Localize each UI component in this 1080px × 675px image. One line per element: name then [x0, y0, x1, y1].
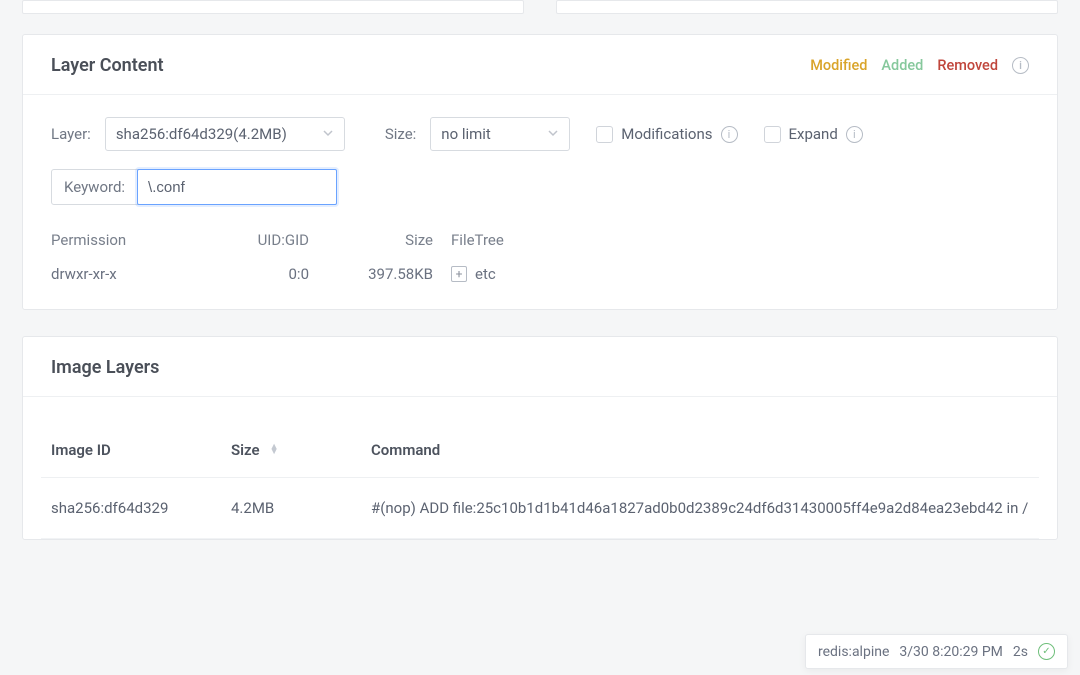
layer-select[interactable]: sha256:df64d329(4.2MB) — [105, 117, 345, 151]
layers-table-row[interactable]: sha256:df64d329 4.2MB #(nop) ADD file:25… — [41, 478, 1039, 539]
layer-content-header: Layer Content Modified Added Removed i — [23, 35, 1057, 95]
legend-modified: Modified — [810, 57, 867, 74]
col-size-header[interactable]: Size ▲▼ — [231, 441, 371, 459]
image-layers-card: Image Layers Image ID Size ▲▼ Command sh… — [22, 336, 1058, 540]
image-layers-header: Image Layers — [23, 337, 1057, 397]
keyword-label: Keyword: — [52, 170, 137, 204]
expand-checkbox[interactable] — [764, 126, 781, 143]
summary-card-left — [22, 0, 524, 14]
cell-uidgid: 0:0 — [211, 265, 331, 283]
check-circle-icon: ✓ — [1038, 643, 1055, 660]
cell-size: 397.58KB — [331, 265, 451, 283]
modifications-checkbox[interactable] — [596, 126, 613, 143]
modifications-info-icon[interactable]: i — [721, 126, 738, 143]
toast-duration: 2s — [1013, 644, 1028, 660]
filetree-row[interactable]: drwxr-xr-x 0:0 397.58KB + etc — [51, 257, 1029, 291]
filter-row-2: Keyword: — [51, 169, 1029, 205]
modifications-label: Modifications — [621, 125, 712, 143]
layer-content-title: Layer Content — [51, 55, 164, 76]
size-select-label: Size: — [385, 125, 416, 143]
filter-row-1: Layer: sha256:df64d329(4.2MB) Size: no l… — [51, 117, 1029, 151]
size-select[interactable]: no limit — [430, 117, 570, 151]
keyword-group: Keyword: — [51, 169, 337, 205]
legend: Modified Added Removed i — [810, 57, 1029, 74]
legend-removed: Removed — [937, 57, 998, 74]
status-toast[interactable]: redis:alpine 3/30 8:20:29 PM 2s ✓ — [805, 634, 1068, 669]
expand-checkbox-wrap[interactable]: Expand i — [764, 125, 863, 143]
col-filetree: FileTree — [451, 231, 1029, 249]
image-layers-title: Image Layers — [51, 357, 159, 378]
layer-select-label: Layer: — [51, 125, 91, 143]
col-uidgid: UID:GID — [211, 231, 331, 249]
col-permission: Permission — [51, 231, 211, 249]
cell-command: #(nop) ADD file:25c10b1d1b41d46a1827ad0b… — [371, 496, 1029, 520]
toast-name: redis:alpine — [818, 644, 889, 660]
size-select-value: no limit — [441, 125, 491, 143]
chevron-down-icon — [322, 125, 334, 143]
layers-table-header: Image ID Size ▲▼ Command — [41, 423, 1039, 478]
expand-info-icon[interactable]: i — [846, 126, 863, 143]
top-summary-row — [0, 0, 1080, 34]
summary-card-right — [556, 0, 1058, 14]
layer-content-card: Layer Content Modified Added Removed i L… — [22, 34, 1058, 310]
cell-permission: drwxr-xr-x — [51, 265, 211, 283]
keyword-input[interactable] — [137, 169, 337, 205]
cell-layer-size: 4.2MB — [231, 499, 371, 517]
filetree-name: etc — [475, 265, 496, 283]
col-size: Size — [331, 231, 451, 249]
layer-content-body: Layer: sha256:df64d329(4.2MB) Size: no l… — [23, 95, 1057, 309]
cell-filetree: + etc — [451, 265, 1029, 283]
image-layers-body: Image ID Size ▲▼ Command sha256:df64d329… — [23, 397, 1057, 539]
legend-info-icon[interactable]: i — [1012, 57, 1029, 74]
expand-label: Expand — [789, 125, 838, 143]
sort-icon[interactable]: ▲▼ — [270, 445, 279, 455]
col-command: Command — [371, 441, 1029, 459]
legend-added: Added — [881, 57, 923, 74]
cell-image-id: sha256:df64d329 — [51, 499, 231, 517]
modifications-checkbox-wrap[interactable]: Modifications i — [596, 125, 737, 143]
layer-select-value: sha256:df64d329(4.2MB) — [116, 125, 287, 143]
filetree-header: Permission UID:GID Size FileTree — [51, 223, 1029, 257]
chevron-down-icon — [547, 125, 559, 143]
col-image-id: Image ID — [51, 441, 231, 459]
col-size-label: Size — [231, 441, 260, 459]
expand-row-icon[interactable]: + — [451, 266, 467, 282]
toast-time: 3/30 8:20:29 PM — [899, 644, 1003, 660]
